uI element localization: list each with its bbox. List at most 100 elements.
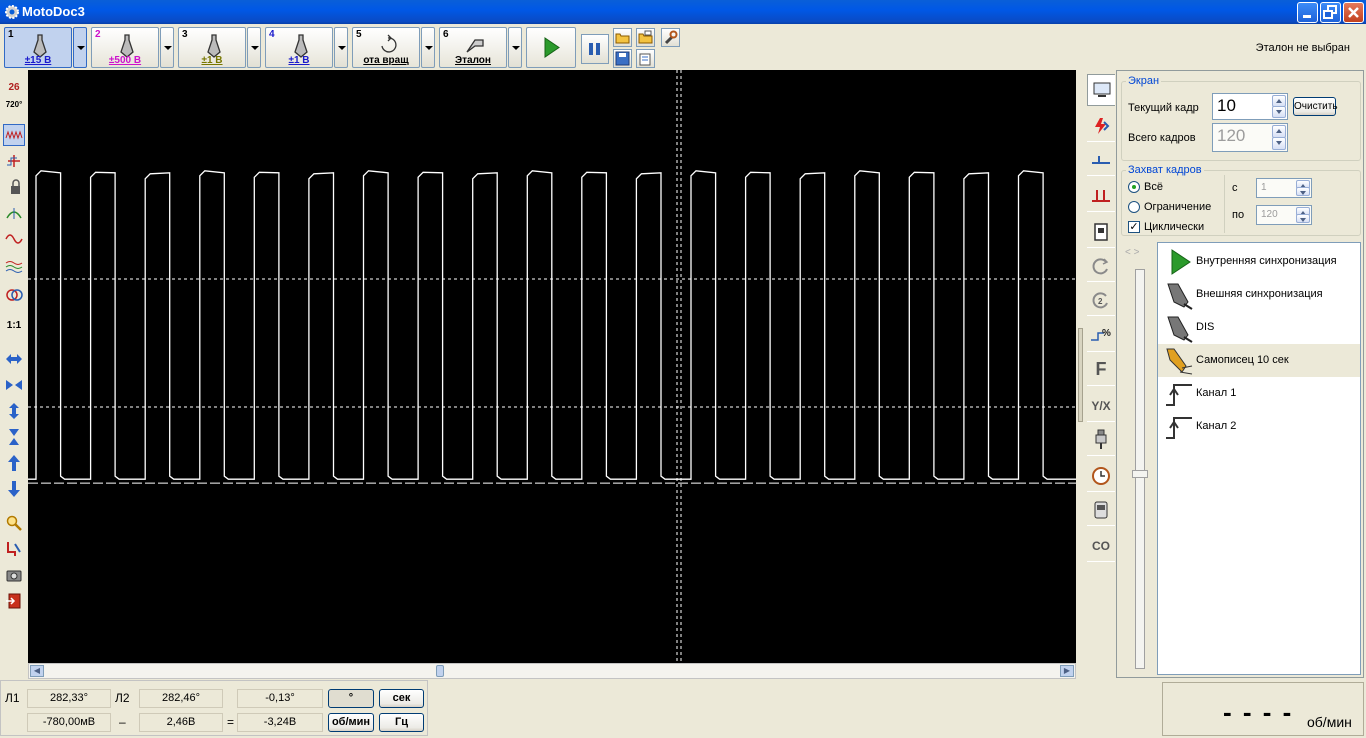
tool-sine-button[interactable] bbox=[3, 228, 25, 250]
tool-wave-button[interactable] bbox=[3, 124, 25, 146]
settings-panel: Экран Текущий кадр 10 Очистить Всего кад… bbox=[1116, 70, 1364, 678]
restore-button[interactable] bbox=[1320, 2, 1341, 23]
channel-5-dropdown[interactable] bbox=[421, 27, 435, 68]
channel-1-dropdown[interactable] bbox=[73, 27, 87, 68]
zoom-h-in-button[interactable] bbox=[3, 374, 25, 396]
unit-degrees-button[interactable]: ° bbox=[328, 689, 374, 708]
channel-1-button[interactable]: 1 ±15 В bbox=[4, 27, 72, 68]
tool-lock-button[interactable] bbox=[3, 176, 25, 198]
zoom-v-in-button[interactable] bbox=[3, 426, 25, 448]
pause-button[interactable] bbox=[581, 34, 609, 64]
channel-4-button[interactable]: 4 ±1 В bbox=[265, 27, 333, 68]
total-frames-up[interactable] bbox=[1272, 125, 1286, 138]
tab-book[interactable] bbox=[1087, 216, 1115, 248]
tab-yx[interactable]: Y/X bbox=[1087, 390, 1115, 422]
open-button[interactable] bbox=[613, 28, 632, 47]
scroll-thumb[interactable] bbox=[436, 665, 444, 677]
tab-frequency[interactable]: F bbox=[1087, 354, 1115, 386]
capture-all-radio[interactable] bbox=[1128, 181, 1140, 193]
search-button[interactable] bbox=[3, 512, 25, 534]
vertical-slider[interactable] bbox=[1132, 269, 1148, 669]
tab-rotation[interactable] bbox=[1087, 250, 1115, 282]
channel-6-button[interactable]: 6 Эталон bbox=[439, 27, 507, 68]
open-etalon-button[interactable] bbox=[636, 28, 655, 47]
total-frames-down[interactable] bbox=[1272, 137, 1286, 150]
tab-rotation-2[interactable]: 2 bbox=[1087, 284, 1115, 316]
sync-item-recorder[interactable]: Самописец 10 сек bbox=[1158, 344, 1360, 377]
sync-item-channel-1[interactable]: Канал 1 bbox=[1158, 377, 1360, 410]
tool-multiwave-button[interactable] bbox=[3, 256, 25, 278]
scroll-right-arrow[interactable]: ▶ bbox=[1060, 665, 1074, 677]
channel-4-dropdown[interactable] bbox=[334, 27, 348, 68]
tab-timer[interactable] bbox=[1087, 460, 1115, 492]
tab-trigger-fall[interactable] bbox=[1087, 144, 1115, 176]
tab-co[interactable]: CO bbox=[1087, 530, 1115, 562]
close-button[interactable] bbox=[1343, 2, 1364, 23]
capture-limit-radio[interactable] bbox=[1128, 201, 1140, 213]
channel-5-button[interactable]: 5 ота вращ bbox=[352, 27, 420, 68]
save-button[interactable] bbox=[613, 49, 632, 68]
channel-3-button[interactable]: 3 ±1 В bbox=[178, 27, 246, 68]
channel-range-label: ±1 В bbox=[288, 55, 310, 66]
gear-logo-icon bbox=[5, 5, 19, 19]
cyclic-checkbox[interactable]: ✓ bbox=[1128, 221, 1140, 233]
channel-number: 2 bbox=[95, 29, 101, 40]
marker-icon bbox=[6, 208, 22, 219]
tab-device[interactable] bbox=[1087, 494, 1115, 526]
channel-2-button[interactable]: 2 ±500 В bbox=[91, 27, 159, 68]
from-spinner[interactable]: 1 bbox=[1256, 178, 1312, 198]
minimize-button[interactable] bbox=[1297, 2, 1318, 23]
export-button[interactable] bbox=[636, 49, 655, 68]
sync-item-label: Самописец 10 сек bbox=[1196, 354, 1289, 366]
scroll-left-arrow[interactable]: ◀ bbox=[30, 665, 44, 677]
tool-720-button[interactable]: 720° bbox=[3, 100, 25, 122]
tool-overlay-button[interactable] bbox=[3, 284, 25, 306]
current-frame-spinner[interactable]: 10 bbox=[1212, 93, 1288, 120]
unit-seconds-button[interactable]: сек bbox=[379, 689, 424, 708]
shift-up-button[interactable] bbox=[3, 452, 25, 474]
tool-1-1-button[interactable]: 1:1 bbox=[3, 314, 25, 336]
tool-26-button[interactable]: 26 bbox=[3, 76, 25, 98]
splitter-grip[interactable] bbox=[1078, 328, 1083, 422]
sync-item-channel-2[interactable]: Канал 2 bbox=[1158, 410, 1360, 443]
diff-voltage: -3,24В bbox=[237, 713, 323, 732]
zoom-h-out-button[interactable] bbox=[3, 348, 25, 370]
channel-6-dropdown[interactable] bbox=[508, 27, 522, 68]
list-nav-arrows[interactable]: < > bbox=[1125, 247, 1139, 258]
vertical-slider-knob[interactable] bbox=[1132, 470, 1148, 478]
tab-spark-plug[interactable] bbox=[1087, 424, 1115, 456]
panel-splitter[interactable] bbox=[1077, 70, 1085, 680]
tab-percent[interactable]: % bbox=[1087, 320, 1115, 352]
settings-button[interactable] bbox=[661, 28, 680, 47]
horizontal-scrollbar[interactable]: ◀ ▶ bbox=[28, 663, 1076, 679]
screen-group-title: Экран bbox=[1128, 75, 1160, 87]
wrench-icon bbox=[664, 30, 678, 45]
shift-down-button[interactable] bbox=[3, 478, 25, 500]
sync-item-external[interactable]: Внешняя синхронизация bbox=[1158, 278, 1360, 311]
tool-marker-button[interactable] bbox=[3, 202, 25, 224]
tab-ignition[interactable] bbox=[1087, 110, 1115, 142]
camera-button[interactable] bbox=[3, 564, 25, 586]
tool-cursor-button[interactable] bbox=[3, 150, 25, 172]
from-down[interactable] bbox=[1296, 187, 1310, 196]
to-down[interactable] bbox=[1296, 214, 1310, 223]
unit-hz-button[interactable]: Гц bbox=[379, 713, 424, 732]
channel-2-dropdown[interactable] bbox=[160, 27, 174, 68]
tab-trigger-pulse[interactable] bbox=[1087, 180, 1115, 212]
current-frame-down[interactable] bbox=[1272, 106, 1286, 118]
unit-rpm-button[interactable]: об/мин bbox=[328, 713, 374, 732]
sync-item-internal[interactable]: Внутренняя синхронизация bbox=[1158, 245, 1360, 278]
zoom-v-out-button[interactable] bbox=[3, 400, 25, 422]
exit-button[interactable] bbox=[3, 590, 25, 612]
sync-item-dis[interactable]: DIS bbox=[1158, 311, 1360, 344]
play-button[interactable] bbox=[526, 27, 576, 68]
oscilloscope-screen[interactable] bbox=[28, 70, 1076, 663]
sync-item-label: Внешняя синхронизация bbox=[1196, 288, 1323, 300]
total-frames-spinner[interactable]: 120 bbox=[1212, 123, 1288, 152]
clear-button[interactable]: Очистить bbox=[1293, 97, 1338, 116]
to-spinner[interactable]: 120 bbox=[1256, 205, 1312, 225]
tab-screen[interactable] bbox=[1087, 74, 1115, 106]
horizontal-compress-icon bbox=[6, 380, 22, 390]
probe-tool-button[interactable] bbox=[3, 538, 25, 560]
channel-3-dropdown[interactable] bbox=[247, 27, 261, 68]
